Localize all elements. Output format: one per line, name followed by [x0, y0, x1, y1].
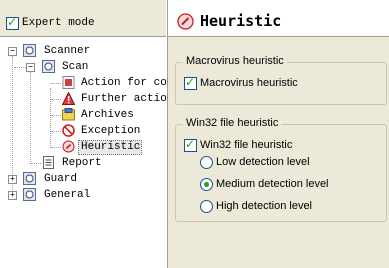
- tree-item-heuristic[interactable]: Heuristic: [0, 140, 166, 155]
- group-title: Win32 file heuristic: [183, 117, 282, 129]
- heuristic-icon: [62, 140, 75, 153]
- high-level-label[interactable]: High detection level: [216, 200, 312, 212]
- low-level-label[interactable]: Low detection level: [216, 156, 310, 168]
- tree-label: Action for conc: [81, 77, 181, 89]
- report-icon: [43, 156, 54, 169]
- tree-label: Further actions: [81, 93, 181, 105]
- low-level-radio[interactable]: [200, 156, 213, 169]
- settings-tree-pane: Expert mode − Scanner − Scan Action for …: [0, 0, 180, 268]
- macrovirus-checkbox[interactable]: [184, 75, 197, 90]
- expand-icon[interactable]: +: [8, 191, 17, 200]
- tree-label: Report: [62, 157, 102, 169]
- archive-icon: [62, 108, 75, 121]
- collapse-icon[interactable]: −: [26, 63, 35, 72]
- tree-label: Scan: [62, 61, 89, 73]
- group-title: Macrovirus heuristic: [183, 55, 287, 67]
- collapse-icon[interactable]: −: [8, 47, 17, 56]
- tree-label: Exception: [81, 125, 141, 137]
- panel-header: Heuristic: [168, 0, 389, 37]
- tree-label: General: [44, 189, 91, 201]
- tree-item-guard[interactable]: + Guard: [0, 172, 166, 187]
- tree-item-report[interactable]: Report: [0, 156, 166, 171]
- medium-level-radio[interactable]: [200, 178, 213, 191]
- expert-mode-checkbox[interactable]: [6, 15, 19, 30]
- high-level-radio[interactable]: [200, 200, 213, 213]
- macrovirus-option-label[interactable]: Macrovirus heuristic: [200, 77, 298, 89]
- tree-item-archives[interactable]: Archives: [0, 108, 166, 123]
- tree-item-scan[interactable]: − Scan: [0, 60, 166, 75]
- exception-icon: [62, 124, 75, 137]
- tree-item-general[interactable]: + General: [0, 188, 166, 203]
- tree-label: Archives: [81, 109, 134, 121]
- heuristic-icon: [177, 13, 194, 30]
- tree-item-further-actions[interactable]: Further actions: [0, 92, 180, 107]
- tree-item-action[interactable]: Action for conc: [0, 76, 180, 91]
- expert-mode-bar: Expert mode: [0, 0, 166, 37]
- tree-label: Guard: [44, 173, 78, 185]
- tree-item-exception[interactable]: Exception: [0, 124, 166, 139]
- expand-icon[interactable]: +: [8, 175, 17, 184]
- win32-option-label[interactable]: Win32 file heuristic: [200, 139, 292, 151]
- scan-icon: [42, 60, 55, 73]
- expert-mode-label[interactable]: Expert mode: [22, 17, 95, 29]
- warning-icon: [62, 92, 75, 105]
- tree-label: Heuristic: [81, 141, 141, 153]
- win32-checkbox[interactable]: [184, 137, 197, 152]
- settings-panel: Heuristic Macrovirus heuristic Macroviru…: [168, 0, 389, 268]
- medium-level-label[interactable]: Medium detection level: [216, 178, 329, 190]
- shield-icon: [23, 172, 36, 185]
- tree-item-scanner[interactable]: − Scanner: [0, 44, 166, 59]
- shield-icon: [23, 188, 36, 201]
- tree-label: Scanner: [44, 45, 91, 57]
- page-title: Heuristic: [200, 12, 282, 30]
- shield-icon: [23, 44, 36, 57]
- action-icon: [62, 76, 75, 89]
